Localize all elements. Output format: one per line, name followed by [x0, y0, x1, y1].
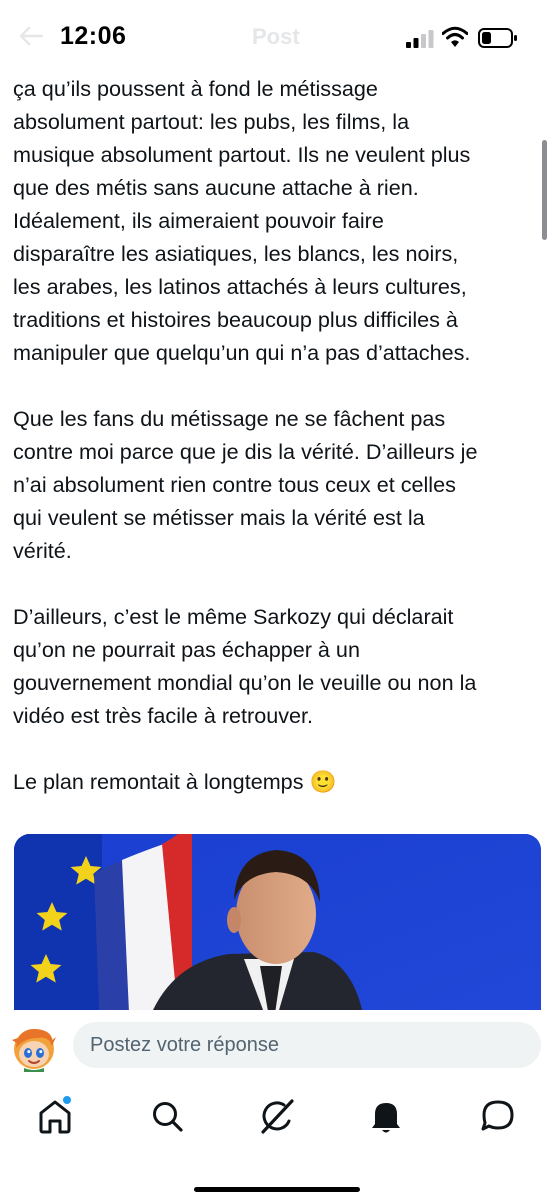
video-frame [14, 834, 541, 1034]
tab-grok[interactable] [255, 1094, 299, 1138]
home-icon [39, 1096, 71, 1134]
tweet-paragraph: D’ailleurs, c’est le même Sarkozy qui dé… [13, 604, 477, 728]
tweet-paragraph: ça qu’ils poussent à fond le métissage a… [13, 76, 471, 365]
messages-icon [481, 1100, 514, 1131]
wifi-icon [442, 26, 468, 47]
back-arrow-icon[interactable] [18, 26, 44, 46]
tweet-paragraph: Le plan remontait à longtemps 🙂 [13, 769, 337, 794]
status-time: 12:06 [60, 22, 127, 50]
tweet-text: ça qu’ils poussent à fond le métissage a… [13, 58, 541, 831]
page-title: Post [252, 24, 300, 49]
post-detail-screen: 12:06 Post ça qu’ils poussent à fond le … [0, 0, 554, 1199]
tab-notifications[interactable] [364, 1094, 408, 1138]
search-icon [153, 1102, 183, 1132]
reply-bar: Postez votre réponse [0, 1010, 554, 1080]
video-thumbnail[interactable] [14, 834, 541, 1034]
notifications-icon [372, 1103, 400, 1133]
cellular-signal-icon [406, 30, 434, 48]
grok-icon [261, 1099, 294, 1134]
tab-search[interactable] [145, 1094, 189, 1138]
avatar-icon[interactable] [10, 1024, 58, 1072]
battery-icon [478, 28, 517, 48]
tab-messages[interactable] [476, 1094, 520, 1138]
reply-input[interactable]: Postez votre réponse [73, 1022, 541, 1068]
bottom-tab-bar [0, 1080, 554, 1199]
notification-dot [63, 1096, 71, 1104]
tweet-paragraph: Que les fans du métissage ne se fâchent … [13, 406, 478, 563]
scrollbar[interactable] [542, 140, 547, 240]
status-bar: 12:06 Post [0, 0, 554, 72]
tab-home[interactable] [33, 1094, 77, 1138]
home-indicator [194, 1187, 360, 1192]
